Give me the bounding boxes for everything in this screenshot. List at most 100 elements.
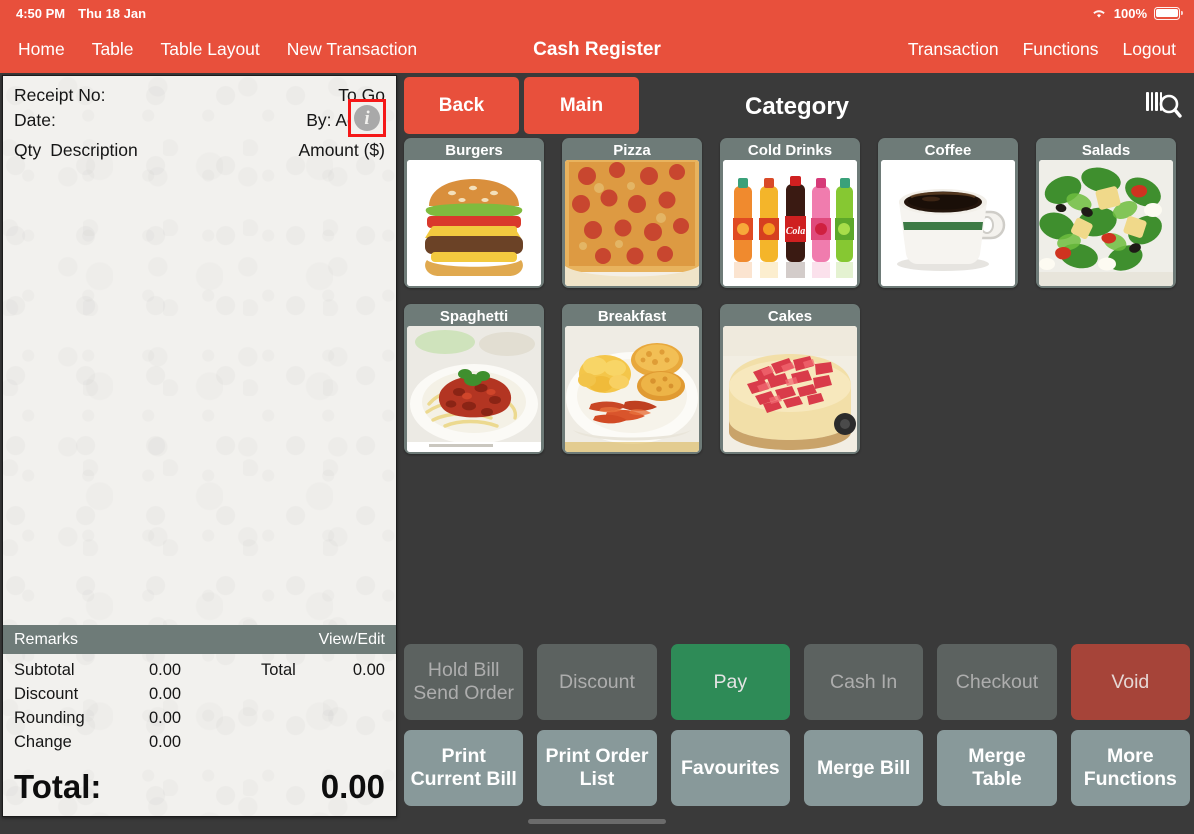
- category-label: Spaghetti: [439, 308, 509, 325]
- remarks-view-edit-button[interactable]: View/Edit: [319, 631, 385, 649]
- nav-functions[interactable]: Functions: [1023, 39, 1099, 60]
- remarks-bar: Remarks View/Edit: [3, 625, 396, 654]
- more-functions-button[interactable]: More Functions: [1070, 730, 1190, 806]
- date-label: Date:: [14, 110, 56, 130]
- category-label: Cold Drinks: [747, 142, 833, 159]
- wifi-icon: [1091, 7, 1107, 19]
- info-icon[interactable]: i: [354, 105, 380, 131]
- receipt-no-row: Receipt No: To Go: [14, 83, 385, 108]
- column-header-description: Description: [50, 140, 138, 160]
- pos-app-screen: 4:50 PM Thu 18 Jan 100% Home Table Table…: [0, 0, 1194, 834]
- column-header-amount: Amount ($): [298, 140, 385, 160]
- status-bar-right: 100%: [1091, 5, 1183, 21]
- cash-in-button[interactable]: Cash In: [803, 644, 924, 720]
- ios-status-bar: 4:50 PM Thu 18 Jan 100%: [0, 0, 1194, 26]
- category-label: Coffee: [924, 142, 972, 159]
- grand-total-label: Total:: [14, 768, 102, 805]
- spaghetti-plate-image: [407, 326, 541, 452]
- receipt-panel: Receipt No: To Go Date: By: Admin i Qty …: [2, 75, 397, 817]
- salad-bowl-image: [1039, 160, 1173, 286]
- print-current-bill-button[interactable]: Print Current Bill: [404, 730, 524, 806]
- favourites-button[interactable]: Favourites: [670, 730, 790, 806]
- action-row-primary: Hold Bill Send Order Discount Pay Cash In…: [404, 644, 1190, 720]
- checkout-button[interactable]: Checkout: [937, 644, 1057, 720]
- totals-row-subtotal: Subtotal 0.00 Total 0.00: [14, 658, 385, 682]
- discount-label: Discount: [14, 685, 79, 703]
- nav-left-group: Home Table Table Layout New Transaction: [18, 26, 417, 73]
- category-tile-spaghetti[interactable]: Spaghetti: [404, 304, 544, 454]
- category-tile-cold-drinks[interactable]: Cold Drinks Cola: [720, 138, 860, 288]
- category-tile-breakfast[interactable]: Breakfast: [562, 304, 702, 454]
- grand-total-row: Total: 0.00: [3, 754, 396, 816]
- receipt-header: Receipt No: To Go Date: By: Admin i: [3, 76, 396, 137]
- category-pane: Back Main Category Burgers Pizza Cold Dr…: [400, 75, 1194, 834]
- category-tile-salads[interactable]: Salads: [1036, 138, 1176, 288]
- back-button[interactable]: Back: [404, 77, 519, 134]
- home-indicator: [528, 819, 666, 824]
- receipt-column-headers: Qty Description Amount ($): [3, 136, 396, 161]
- receipt-items-list[interactable]: [3, 161, 396, 625]
- nav-transaction[interactable]: Transaction: [908, 39, 999, 60]
- totals-row-discount: Discount 0.00: [14, 682, 385, 706]
- category-tile-burgers[interactable]: Burgers: [404, 138, 544, 288]
- status-time: 4:50 PM: [16, 5, 66, 21]
- remarks-label: Remarks: [14, 630, 79, 648]
- total-side-value: 0.00: [352, 661, 385, 679]
- burger-image: [407, 160, 541, 286]
- receipt-info-highlight-box: i: [348, 99, 386, 137]
- category-tile-pizza[interactable]: Pizza: [562, 138, 702, 288]
- grand-total-value: 0.00: [320, 768, 385, 805]
- nav-right-group: Transaction Functions Logout: [908, 26, 1176, 73]
- pay-button[interactable]: Pay: [670, 644, 790, 720]
- rounding-label: Rounding: [14, 709, 85, 727]
- category-label: Cakes: [767, 308, 813, 325]
- status-date: Thu 18 Jan: [78, 5, 147, 21]
- nav-logout[interactable]: Logout: [1122, 39, 1176, 60]
- receipt-totals: Subtotal 0.00 Total 0.00 Discount 0.00 R…: [3, 654, 396, 754]
- change-label: Change: [14, 733, 72, 751]
- category-tile-coffee[interactable]: Coffee: [878, 138, 1018, 288]
- category-label: Burgers: [445, 142, 503, 159]
- status-bar-left: 4:50 PM Thu 18 Jan: [16, 6, 146, 21]
- receipt-no-label: Receipt No:: [14, 85, 106, 105]
- breakfast-plate-image: [565, 326, 699, 452]
- discount-value: 0.00: [149, 685, 182, 703]
- nav-new-transaction[interactable]: New Transaction: [287, 39, 417, 60]
- discount-button[interactable]: Discount: [537, 644, 657, 720]
- category-grid: Burgers Pizza Cold Drinks Cola Coffee Sa…: [404, 138, 1190, 454]
- void-button[interactable]: Void: [1070, 644, 1190, 720]
- coffee-cup-image: [881, 160, 1015, 286]
- subtotal-label: Subtotal: [14, 661, 75, 679]
- subtotal-value: 0.00: [149, 661, 182, 679]
- action-row-secondary: Print Current Bill Print Order List Favour…: [404, 730, 1190, 806]
- totals-row-rounding: Rounding 0.00: [14, 706, 385, 730]
- column-header-qty: Qty: [14, 140, 42, 160]
- barcode-scan-icon[interactable]: [1144, 89, 1182, 123]
- main-button[interactable]: Main: [524, 77, 639, 134]
- category-title: Category: [744, 92, 850, 120]
- category-toolbar: Back Main Category: [400, 75, 1194, 138]
- nav-table[interactable]: Table: [92, 39, 134, 60]
- soda-bottles-image: Cola: [723, 160, 857, 286]
- hold-bill-send-order-button[interactable]: Hold Bill Send Order: [404, 644, 524, 720]
- category-label: Breakfast: [597, 308, 667, 325]
- totals-row-change: Change 0.00: [14, 730, 385, 754]
- battery-full-icon: [1154, 6, 1183, 20]
- receipt-date-row: Date: By: Admin i: [14, 99, 386, 137]
- strawberry-cheesecake-image: [723, 326, 857, 452]
- category-label: Pizza: [613, 142, 651, 159]
- nav-table-layout[interactable]: Table Layout: [161, 39, 260, 60]
- svg-text:Cola: Cola: [786, 226, 805, 237]
- change-value: 0.00: [149, 733, 182, 751]
- battery-percent-label: 100%: [1113, 5, 1147, 21]
- rounding-value: 0.00: [149, 709, 182, 727]
- pizza-image: [565, 160, 699, 286]
- print-order-list-button[interactable]: Print Order List: [537, 730, 657, 806]
- total-side-label: Total: [261, 661, 296, 679]
- category-tile-cakes[interactable]: Cakes: [720, 304, 860, 454]
- merge-table-button[interactable]: Merge Table: [937, 730, 1057, 806]
- nav-home[interactable]: Home: [18, 39, 65, 60]
- action-button-area: Hold Bill Send Order Discount Pay Cash In…: [404, 644, 1190, 806]
- app-navigation-bar: Home Table Table Layout New Transaction …: [0, 26, 1194, 73]
- merge-bill-button[interactable]: Merge Bill: [803, 730, 924, 806]
